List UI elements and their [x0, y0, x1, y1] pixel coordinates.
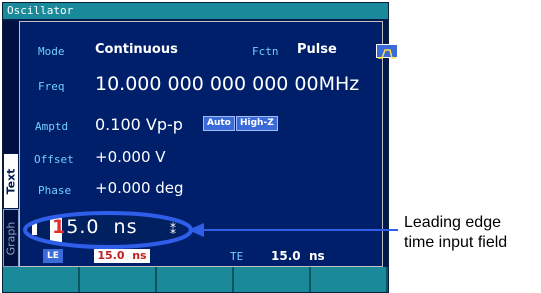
callout-line-2: time input field	[404, 234, 508, 251]
highlight-ring	[23, 211, 193, 249]
callout-line-1: Leading edge	[404, 214, 501, 231]
callout-label: Leading edge time input field	[404, 213, 541, 253]
